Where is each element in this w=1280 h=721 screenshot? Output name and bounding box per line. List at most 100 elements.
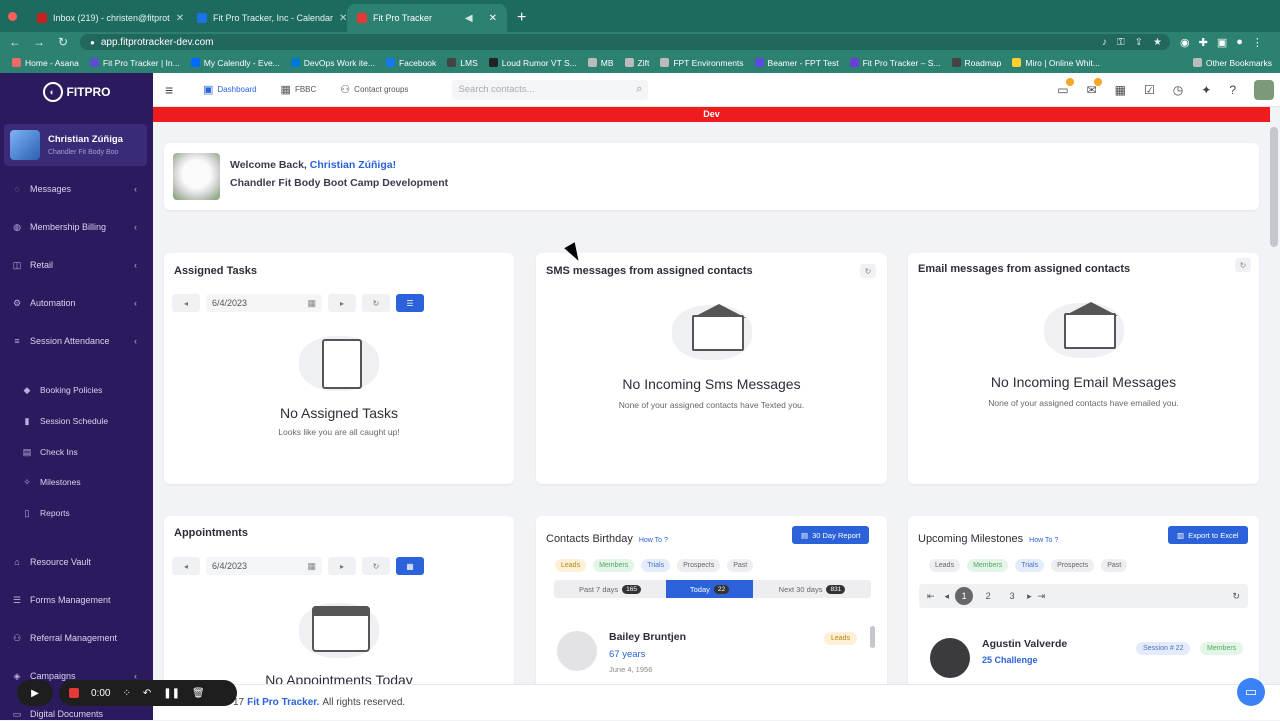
- bookmark-item[interactable]: Roadmap: [951, 58, 1001, 68]
- sidepanel-icon[interactable]: ▣: [1217, 36, 1227, 49]
- bookmark-item[interactable]: My Calendly - Eve...: [190, 58, 280, 68]
- sidebar-item-session-attendance[interactable]: ≡ Session Attendance ‹: [0, 334, 153, 348]
- date-field[interactable]: 6/4/2023 ▦: [206, 557, 322, 575]
- bookmark-item[interactable]: Loud Rumor VT S...: [488, 58, 577, 68]
- bookmark-folder[interactable]: MB: [587, 58, 614, 68]
- browser-tab-inbox[interactable]: Inbox (219) - christen@fitprot ✕: [27, 4, 187, 32]
- camera-toggle-button[interactable]: ▶: [17, 680, 53, 706]
- last-page-icon[interactable]: ⇥: [1038, 591, 1046, 602]
- range-today[interactable]: Today 22: [666, 580, 753, 598]
- sidebar-item-referral-management[interactable]: ⚇ Referral Management: [0, 631, 153, 645]
- next-day-button[interactable]: ▸: [328, 294, 356, 312]
- sidebar-item-membership-billing[interactable]: ◍ Membership Billing ‹: [0, 220, 153, 234]
- user-avatar[interactable]: [1254, 79, 1274, 100]
- refresh-button[interactable]: ↻: [362, 557, 390, 575]
- milestone-list-item[interactable]: Agustin Valverde 25 Challenge: [930, 638, 1067, 678]
- calendar-view-button[interactable]: ▦: [396, 557, 424, 575]
- sidebar-item-retail[interactable]: ◫ Retail ‹: [0, 258, 153, 272]
- tab-contact-groups[interactable]: ⚇ Contact groups: [340, 83, 408, 96]
- puzzle-icon[interactable]: ✚: [1199, 36, 1208, 49]
- profile-icon[interactable]: ●: [1236, 36, 1243, 48]
- menu-dots-icon[interactable]: ⋮: [1252, 36, 1263, 49]
- filter-trials[interactable]: Trials: [1015, 559, 1045, 572]
- filter-trials[interactable]: Trials: [641, 559, 671, 572]
- sidebar-item-forms-management[interactable]: ☰ Forms Management: [0, 593, 153, 607]
- browser-tab-calendar[interactable]: Fit Pro Tracker, Inc - Calendar ✕: [187, 4, 347, 32]
- mail-icon[interactable]: ✉: [1087, 77, 1102, 97]
- calendar-icon[interactable]: ▦: [1115, 83, 1126, 97]
- 30-day-report-button[interactable]: ▤ 30 Day Report: [792, 526, 870, 544]
- footer-brand-link[interactable]: Fit Pro Tracker.: [247, 697, 319, 708]
- refresh-icon[interactable]: ↻: [860, 264, 876, 278]
- tab-fbbc[interactable]: ▦ FBBC: [281, 83, 317, 96]
- sidebar-item-digital-documents[interactable]: ▭ Digital Documents: [0, 707, 153, 721]
- bookmark-item[interactable]: Home - Asana: [12, 58, 79, 68]
- refresh-icon[interactable]: ↻: [1232, 591, 1240, 602]
- hamburger-menu-icon[interactable]: ≡: [165, 82, 181, 98]
- bookmark-folder[interactable]: FPT Environments: [660, 58, 744, 68]
- browser-tab-fitpro[interactable]: Fit Pro Tracker ◀ ✕: [347, 4, 507, 32]
- clock-icon[interactable]: ◷: [1173, 83, 1183, 97]
- trash-icon[interactable]: 🗑: [192, 688, 205, 699]
- audio-icon[interactable]: ◀: [465, 13, 473, 24]
- next-page-icon[interactable]: ▸: [1027, 591, 1032, 602]
- page-1[interactable]: 1: [955, 587, 974, 605]
- export-to-excel-button[interactable]: ▥ Export to Excel: [1168, 526, 1248, 544]
- bookmark-item[interactable]: Fit Pro Tracker | In...: [89, 58, 180, 68]
- bookmark-item[interactable]: Beamer - FPT Test: [754, 58, 839, 68]
- search-input[interactable]: Search contacts... ⌕: [452, 79, 649, 100]
- next-day-button[interactable]: ▸: [328, 557, 356, 575]
- range-past-7-days[interactable]: Past 7 days 165: [554, 580, 666, 598]
- reload-icon[interactable]: ↻: [56, 35, 70, 49]
- mic-icon[interactable]: ♪: [1102, 37, 1107, 48]
- vertical-scrollbar[interactable]: [1270, 127, 1278, 247]
- list-scrollbar[interactable]: [870, 626, 875, 648]
- birthday-list-item[interactable]: Bailey Bruntjen 67 years June 4, 1956: [557, 631, 686, 674]
- checklist-icon[interactable]: ☑: [1144, 83, 1155, 97]
- other-bookmarks[interactable]: Other Bookmarks: [1192, 58, 1272, 68]
- sidebar-item-messages[interactable]: ◌ Messages ‹: [0, 182, 153, 196]
- url-field[interactable]: ● app.fitprotracker-dev.com ♪ ⚿ ⇪ ★: [80, 34, 1170, 50]
- share-icon[interactable]: ⇪: [1135, 37, 1143, 48]
- refresh-button[interactable]: ↻: [362, 294, 390, 312]
- lightbulb-icon[interactable]: ✦: [1201, 83, 1211, 97]
- close-tab-icon[interactable]: ✕: [176, 13, 184, 24]
- forward-icon[interactable]: →: [32, 35, 46, 49]
- stop-recording-button[interactable]: [69, 688, 79, 698]
- filter-prospects[interactable]: Prospects: [1051, 559, 1095, 572]
- key-icon[interactable]: ⚿: [1117, 37, 1125, 48]
- how-to-link[interactable]: How To ?: [1029, 537, 1058, 544]
- help-icon[interactable]: ?: [1229, 83, 1236, 97]
- filter-leads[interactable]: Leads: [929, 559, 961, 572]
- bookmark-item[interactable]: Fit Pro Tracker – S...: [849, 58, 941, 68]
- range-next-30-days[interactable]: Next 30 days 831: [753, 580, 871, 598]
- grid-icon[interactable]: ⁘: [122, 688, 130, 699]
- close-window-icon[interactable]: [8, 11, 17, 21]
- first-page-icon[interactable]: ⇤: [927, 591, 935, 602]
- prev-day-button[interactable]: ◂: [172, 294, 200, 312]
- sidebar-item-automation[interactable]: ⚙ Automation ‹: [0, 296, 153, 310]
- page-2[interactable]: 2: [979, 587, 997, 605]
- sidebar-subitem-booking-policies[interactable]: ◆ Booking Policies: [0, 383, 153, 397]
- sidebar-subitem-session-schedule[interactable]: ▮ Session Schedule: [0, 414, 153, 428]
- bookmark-item[interactable]: LMS: [447, 58, 478, 68]
- bookmark-item[interactable]: Miro | Online Whit...: [1012, 58, 1100, 68]
- filter-prospects[interactable]: Prospects: [677, 559, 721, 572]
- page-3[interactable]: 3: [1003, 587, 1021, 605]
- fitpro-logo[interactable]: ◐ FITPRO: [0, 73, 153, 111]
- pause-icon[interactable]: ❚❚: [163, 688, 180, 699]
- contact-name[interactable]: Bailey Bruntjen: [609, 631, 686, 643]
- welcome-name[interactable]: Christian Zúñiga!: [310, 159, 396, 171]
- date-field[interactable]: 6/4/2023 ▦: [206, 294, 322, 312]
- new-tab-button[interactable]: +: [517, 4, 526, 32]
- prev-page-icon[interactable]: ◂: [945, 591, 950, 602]
- bookmark-star-icon[interactable]: ★: [1153, 37, 1162, 48]
- back-icon[interactable]: ←: [8, 35, 22, 49]
- tab-dashboard[interactable]: ▣ Dashboard: [203, 83, 257, 96]
- refresh-icon[interactable]: ↻: [1235, 258, 1251, 272]
- how-to-link[interactable]: How To ?: [639, 537, 668, 544]
- filter-leads[interactable]: Leads: [555, 559, 587, 572]
- user-card[interactable]: Christian Zúñiga Chandler Fit Body Boo: [4, 124, 147, 166]
- prev-day-button[interactable]: ◂: [172, 557, 200, 575]
- sidebar-subitem-check-ins[interactable]: ▤ Check Ins: [0, 445, 153, 459]
